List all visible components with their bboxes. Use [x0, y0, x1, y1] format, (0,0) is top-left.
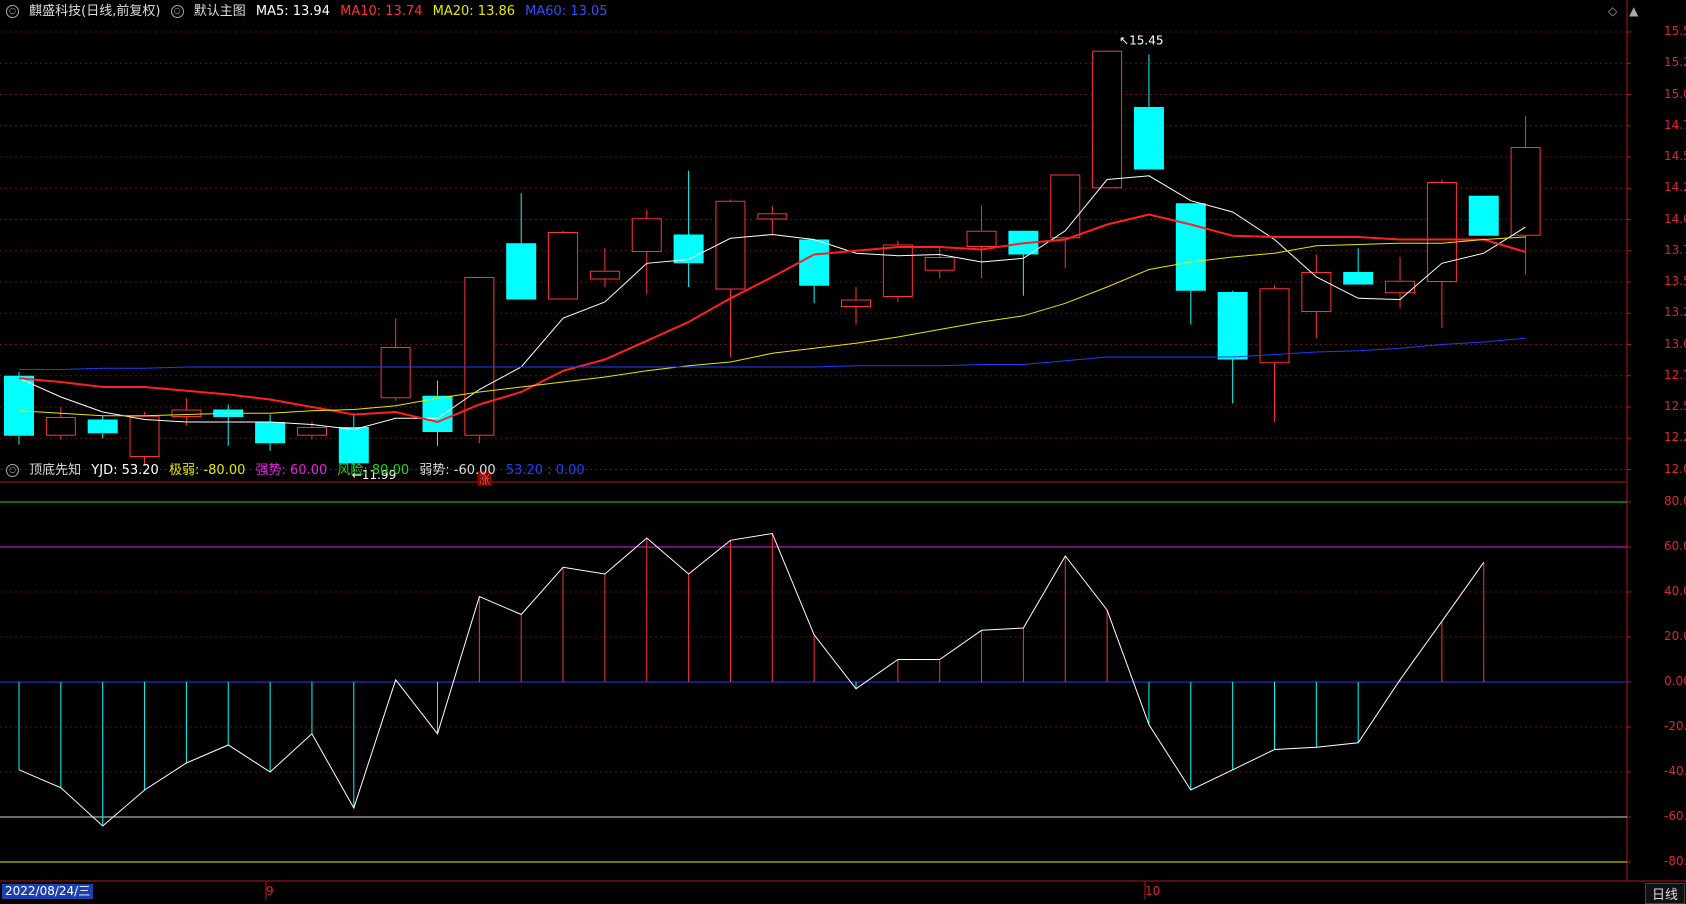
candle-body-down	[1133, 107, 1164, 170]
candle-body-up	[1050, 174, 1081, 239]
candle-body-down	[673, 234, 704, 264]
jiruo-value: 极弱: -80.00	[168, 463, 246, 478]
yjd-value: YJD: 53.20	[91, 463, 159, 478]
high-price-label: ↖15.45	[1119, 33, 1163, 47]
candle-body-up	[171, 409, 202, 417]
candle-body-down	[4, 375, 34, 436]
extra-value: 53.20 : 0.00	[505, 463, 585, 478]
yjd-line	[18, 532, 1485, 827]
candle-body-down	[1468, 195, 1499, 236]
candle-body-down	[506, 243, 537, 300]
ma-line-ma60	[19, 337, 1526, 370]
price-tick-label: 14.25	[1664, 180, 1686, 195]
template-settings-icon[interactable]: ○	[170, 5, 184, 18]
price-tick-label: 12.25	[1664, 430, 1686, 445]
candle-body-down	[1343, 272, 1374, 285]
candle-body-up	[882, 244, 913, 297]
stock-title[interactable]: 麒盛科技(日线,前复权)	[29, 4, 160, 19]
price-tick-label: 12.75	[1664, 367, 1686, 382]
price-tick-label: 13.75	[1664, 242, 1686, 257]
qiangshi-value: 强势: 60.00	[255, 463, 328, 478]
candle-body-down	[799, 239, 830, 286]
price-tick-label: 12.50	[1664, 399, 1686, 413]
price-tick-label: 15.00	[1664, 86, 1686, 101]
candle-body-up	[631, 218, 662, 252]
ma5-value: MA5: 13.94	[255, 4, 330, 19]
indicator-name[interactable]: 顶底先知	[29, 463, 81, 478]
chart-canvas[interactable]: ↖15.45←11.99 涨	[0, 0, 1686, 900]
price-tick-label: 15.25	[1664, 55, 1686, 70]
ma20-value: MA20: 13.86	[432, 4, 516, 19]
candle-body-up	[966, 230, 997, 247]
indicator-tick-label: -20.00	[1664, 719, 1686, 733]
diamond-icon[interactable]: ◇	[1608, 4, 1617, 18]
indicator-collapse-icon[interactable]: ○	[6, 464, 19, 477]
candle-body-up	[129, 415, 160, 457]
candle-body-up	[841, 299, 871, 307]
candle-body-up	[45, 417, 76, 436]
collapse-icon[interactable]: ○	[6, 5, 19, 18]
candle-body-up	[715, 200, 746, 290]
candle-body-up	[1510, 147, 1541, 236]
indicator-tick-label: -60.00	[1664, 809, 1686, 823]
candle-body-up	[757, 213, 788, 220]
price-tick-label: 12.00	[1664, 461, 1686, 476]
candle-body-down	[1175, 203, 1206, 291]
month-label-10: 10	[1145, 884, 1161, 898]
price-tick-label: 14.50	[1664, 149, 1686, 163]
candle-body-up	[1301, 272, 1332, 312]
indicator-header: ○ 顶底先知 YJD: 53.20 极弱: -80.00 强势: 60.00 风…	[6, 460, 591, 482]
candle-body-down	[338, 427, 369, 464]
toolbar: ◇ ▲	[1600, 4, 1638, 18]
candle-body-up	[380, 347, 411, 399]
price-tick-label: 13.50	[1664, 274, 1686, 288]
period-selector[interactable]: 日线	[1645, 883, 1686, 904]
indicator-tick-label: 0.00	[1664, 674, 1686, 688]
candle-body-down	[422, 395, 453, 432]
ma10-value: MA10: 13.74	[340, 4, 423, 19]
candle-body-up	[589, 270, 620, 280]
candle-body-up	[1259, 288, 1290, 364]
triangle-icon[interactable]: ▲	[1629, 4, 1638, 18]
indicator-tick-label: 20.00	[1664, 629, 1686, 643]
ma-line-ma10	[18, 213, 1526, 424]
month-label-9: 9	[266, 884, 274, 898]
candle-body-up	[548, 232, 579, 300]
price-header: ○ 麒盛科技(日线,前复权) ○ 默认主图 MA5: 13.94 MA10: 1…	[6, 1, 614, 23]
candle-body-up	[296, 427, 327, 436]
candle-body-up	[1426, 182, 1457, 282]
indicator-tick-label: 60.00	[1664, 539, 1686, 553]
date-cursor-label: 2022/08/24/三	[2, 884, 94, 899]
candle-body-up	[1092, 50, 1123, 189]
candle-body-down	[1217, 292, 1248, 360]
price-tick-label: 14.75	[1664, 117, 1686, 132]
indicator-tick-label: -80.00	[1664, 854, 1686, 868]
indicator-tick-label: 40.00	[1664, 584, 1686, 598]
price-tick-label: 13.25	[1664, 305, 1686, 320]
fengxian-value: 风险: 80.00	[337, 463, 410, 478]
ma-line-ma20	[18, 236, 1526, 417]
candle-body-down	[87, 419, 118, 434]
ma60-value: MA60: 13.05	[525, 4, 608, 19]
candle-body-up	[464, 277, 495, 436]
price-tick-label: 15.50	[1664, 24, 1686, 38]
price-tick-label: 14.00	[1664, 211, 1686, 226]
template-name[interactable]: 默认主图	[194, 4, 246, 19]
price-tick-label: 13.00	[1664, 336, 1686, 351]
ruoshi-value: 弱势: -60.00	[419, 463, 496, 478]
indicator-tick-label: 80.00	[1664, 494, 1686, 508]
candle-body-up	[924, 257, 955, 271]
indicator-tick-label: -40.00	[1664, 764, 1686, 778]
candle-body-down	[255, 422, 286, 444]
